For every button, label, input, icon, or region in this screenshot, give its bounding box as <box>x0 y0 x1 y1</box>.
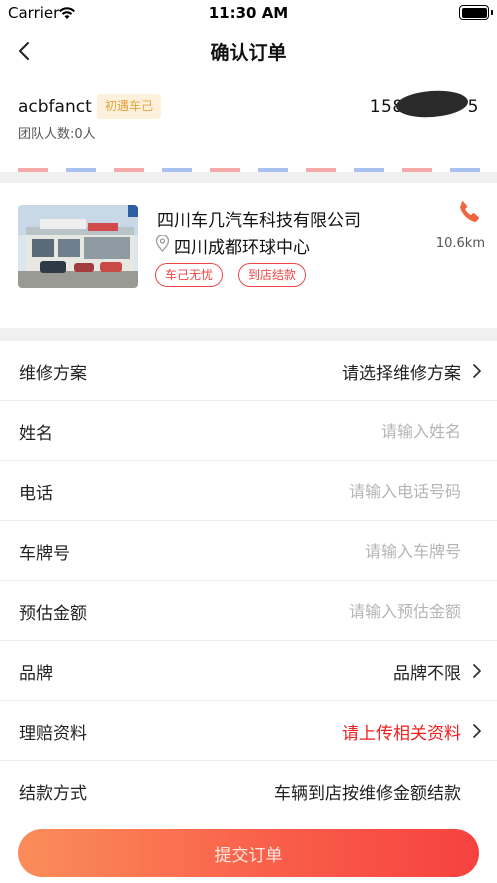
order-form: 维修方案 请选择维修方案 姓名 电话 车牌号 预估金额 品牌 品牌不限 理赔资料… <box>0 341 497 821</box>
chevron-right-icon <box>473 364 481 378</box>
name-label: 姓名 <box>19 424 53 444</box>
plate-input[interactable] <box>221 535 461 567</box>
location-pin-icon <box>155 235 170 252</box>
claim-docs-label: 理赔资料 <box>19 724 87 744</box>
brand-row[interactable]: 品牌 品牌不限 <box>0 641 497 701</box>
nav-bar: 确认订单 <box>0 26 497 76</box>
repair-plan-label: 维修方案 <box>19 364 87 384</box>
shop-distance: 10.6km <box>435 236 485 251</box>
repair-plan-value: 请选择维修方案 <box>342 364 461 384</box>
submit-order-button[interactable]: 提交订单 <box>18 829 479 877</box>
team-count: 团队人数:0人 <box>18 127 96 142</box>
brand-label: 品牌 <box>19 664 53 684</box>
claim-docs-row[interactable]: 理赔资料 请上传相关资料 <box>0 701 497 761</box>
section-divider <box>0 172 497 183</box>
section-divider <box>0 328 497 341</box>
shop-tag-pay-at-store: 到店结款 <box>238 263 307 287</box>
name-input[interactable] <box>221 415 461 447</box>
user-info: acbfanct 初遇车己 团队人数:0人 158 5 <box>0 80 497 172</box>
chevron-right-icon <box>473 724 481 738</box>
shop-address: 四川成都环球中心 <box>174 238 310 258</box>
claim-docs-value: 请上传相关资料 <box>342 724 461 744</box>
brand-value: 品牌不限 <box>393 664 461 684</box>
status-bar: Carrier 11:30 AM <box>0 0 497 26</box>
plate-label: 车牌号 <box>19 544 70 564</box>
phone-input[interactable] <box>221 475 461 507</box>
battery-tip <box>491 10 493 15</box>
repair-plan-row[interactable]: 维修方案 请选择维修方案 <box>0 341 497 401</box>
page-title: 确认订单 <box>210 42 287 64</box>
estimate-input[interactable] <box>221 595 461 627</box>
shop-name: 四川车几汽车科技有限公司 <box>157 211 361 231</box>
user-level-badge: 初遇车己 <box>97 94 162 119</box>
name-row: 姓名 <box>0 401 497 461</box>
payment-method-value: 车辆到店按维修金额结款 <box>274 784 461 804</box>
chevron-right-icon <box>473 664 481 678</box>
payment-method-label: 结款方式 <box>19 784 87 804</box>
user-name: acbfanct <box>18 97 92 117</box>
battery-icon <box>459 5 489 20</box>
status-time: 11:30 AM <box>208 4 289 22</box>
phone-label: 电话 <box>19 484 53 504</box>
shop-card[interactable]: 四川车几汽车科技有限公司 四川成都环球中心 车己无忧 到店结款 10.6km <box>0 183 497 328</box>
plate-row: 车牌号 <box>0 521 497 581</box>
phone-row: 电话 <box>0 461 497 521</box>
estimate-row: 预估金额 <box>0 581 497 641</box>
phone-call-icon[interactable] <box>457 199 483 225</box>
shop-photo <box>18 205 138 288</box>
payment-method-row: 结款方式 车辆到店按维修金额结款 <box>0 761 497 821</box>
shop-tag-worry-free: 车己无忧 <box>155 263 224 287</box>
phone-suffix: 5 <box>467 97 479 117</box>
estimate-label: 预估金额 <box>19 604 87 624</box>
